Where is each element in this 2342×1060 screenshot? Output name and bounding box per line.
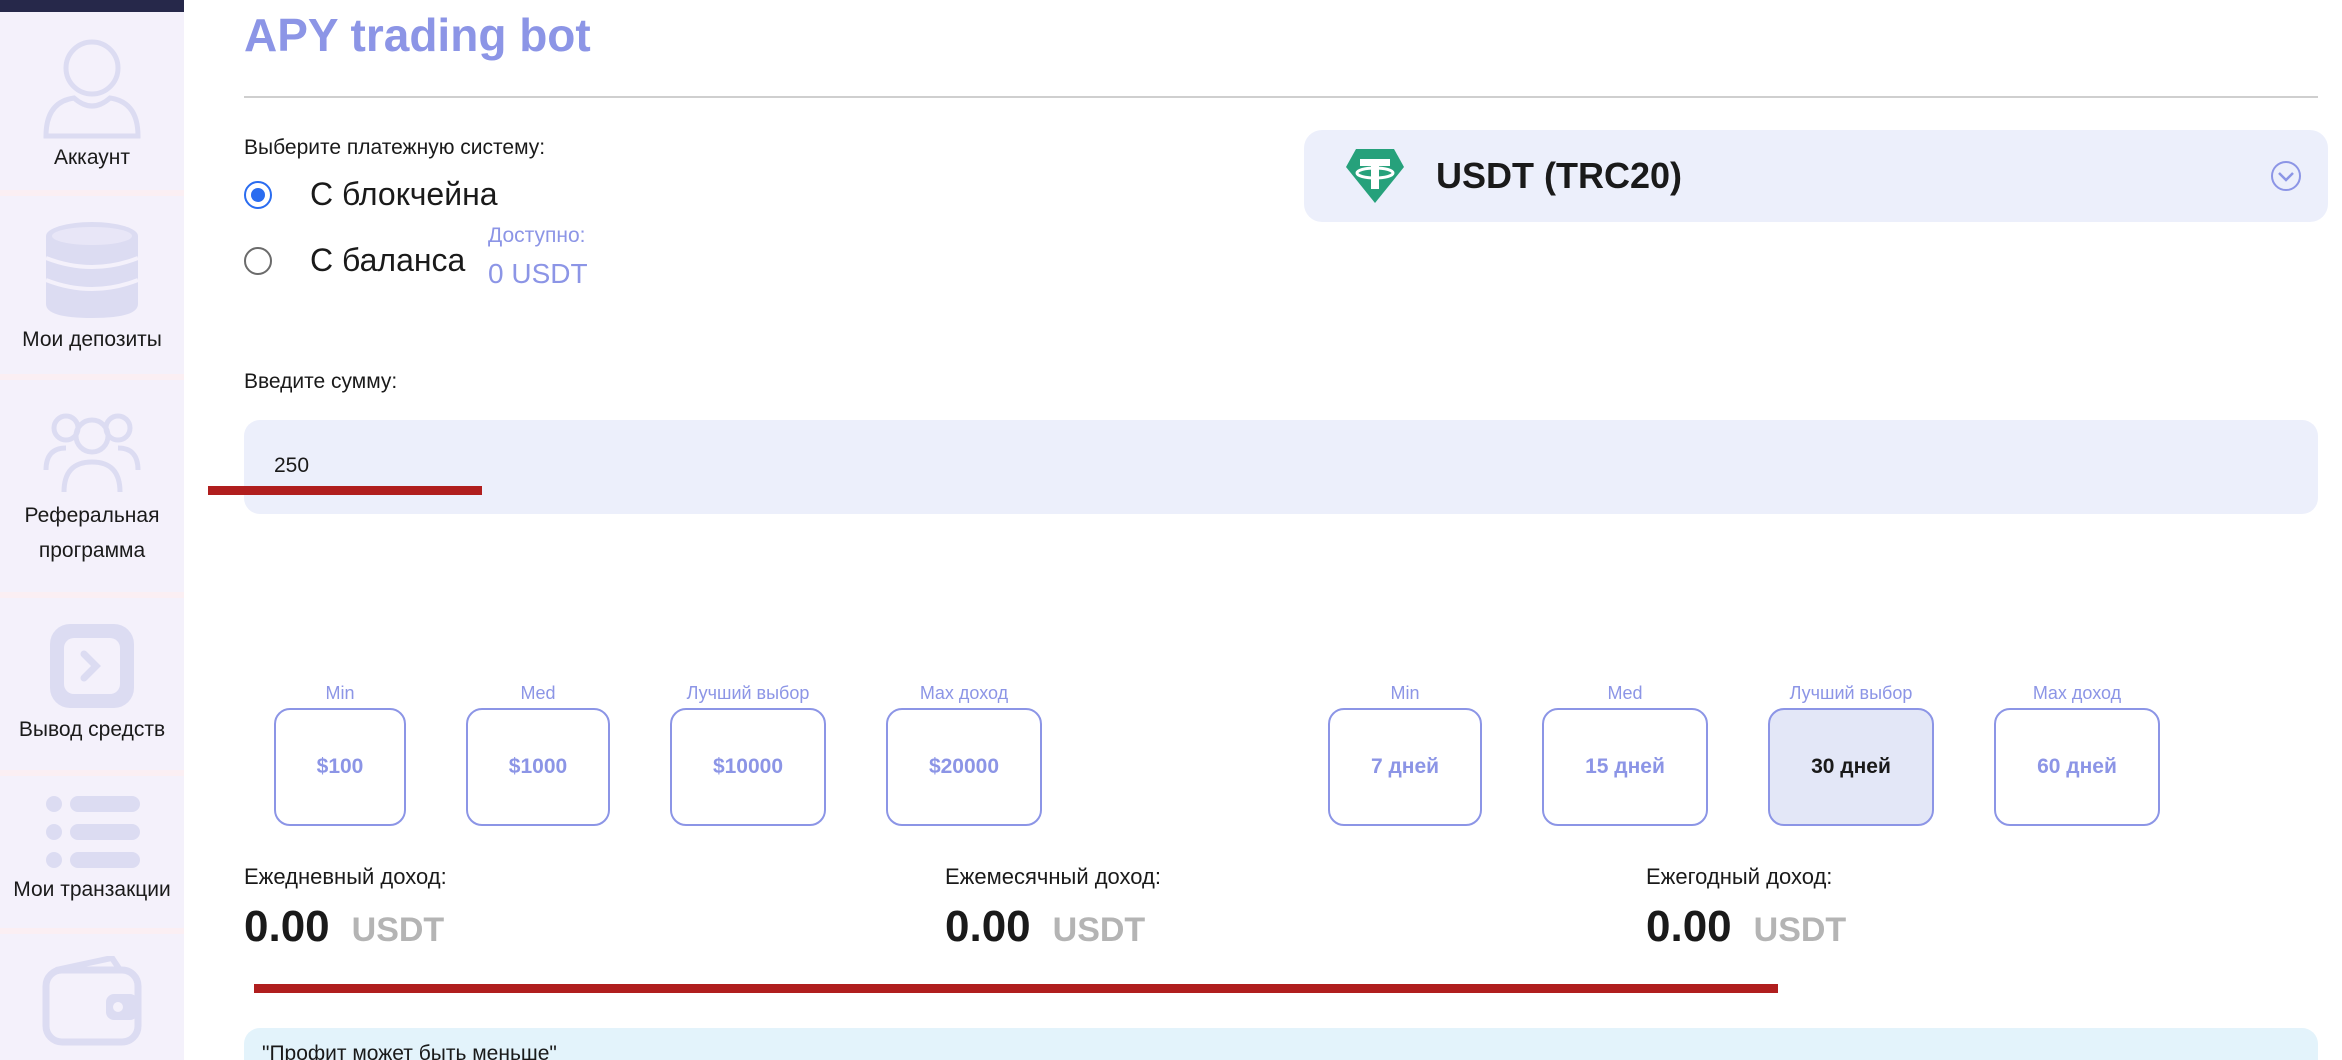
available-value: 0 USDT xyxy=(488,258,588,289)
chevron-down-icon[interactable] xyxy=(2270,160,2302,192)
sidebar-item-label: программа xyxy=(38,539,146,562)
amount-preset-button[interactable]: $10000 xyxy=(670,708,826,826)
income-currency: USDT xyxy=(1753,911,1847,949)
daily-income-label: Ежедневный доход: xyxy=(244,864,447,889)
sidebar-item-label: Реферальная xyxy=(24,504,160,527)
sidebar-divider xyxy=(0,928,184,934)
notice-text: "Профит может быть меньше" xyxy=(262,1042,557,1060)
yearly-income-label: Ежегодный доход: xyxy=(1646,864,1833,889)
preset-caption: Max доход xyxy=(919,683,1009,703)
amount-preset-button[interactable]: $100 xyxy=(274,708,406,826)
income-number: 0.00 xyxy=(244,902,330,951)
annotation-underline xyxy=(254,984,1778,993)
preset-caption: Min xyxy=(325,683,355,703)
amount-preset-button[interactable]: $1000 xyxy=(466,708,610,826)
radio-label: С баланса xyxy=(310,242,466,278)
term-preset-button-active[interactable]: 30 дней xyxy=(1768,708,1934,826)
sidebar-divider xyxy=(0,374,184,380)
income-number: 0.00 xyxy=(1646,902,1732,951)
sidebar-item-transactions[interactable]: Мои транзакции xyxy=(0,792,184,907)
income-number: 0.00 xyxy=(945,902,1031,951)
amount-preset-button[interactable]: $20000 xyxy=(886,708,1042,826)
coins-stack-icon xyxy=(42,218,142,322)
withdraw-icon xyxy=(46,620,138,712)
user-icon xyxy=(42,36,142,140)
term-preset-button[interactable]: 15 дней xyxy=(1542,708,1708,826)
radio-button-checked[interactable] xyxy=(244,180,272,209)
sidebar: Аккаунт Мои депозиты Реферальная програм… xyxy=(0,0,184,1060)
sidebar-item-label: Мои депозиты xyxy=(22,328,162,351)
users-group-icon xyxy=(42,406,142,496)
income-currency: USDT xyxy=(351,911,445,949)
preset-caption: Med xyxy=(1607,683,1643,703)
preset-caption: Max доход xyxy=(2032,683,2122,703)
list-icon xyxy=(42,792,142,872)
sidebar-divider xyxy=(0,770,184,776)
main-content: APY trading bot Выберите платежную систе… xyxy=(244,0,2328,1060)
annotation-underline xyxy=(208,486,482,495)
sidebar-divider xyxy=(0,190,184,196)
sidebar-item-wallet[interactable] xyxy=(0,956,184,1046)
sidebar-divider xyxy=(0,592,184,598)
income-currency: USDT xyxy=(1052,911,1146,949)
title-divider xyxy=(244,96,2318,98)
sidebar-item-referral[interactable]: Реферальная программа xyxy=(0,406,184,568)
preset-caption: Med xyxy=(520,683,556,703)
radio-button[interactable] xyxy=(244,246,272,275)
payment-system-label: Выберите платежную систему: xyxy=(244,136,546,159)
currency-select[interactable]: USDT (TRC20) xyxy=(1304,130,2328,222)
sidebar-item-label: Вывод средств xyxy=(18,718,166,741)
wallet-icon xyxy=(42,956,142,1046)
preset-caption: Лучший выбор xyxy=(1789,683,1913,703)
page-title: APY trading bot xyxy=(244,9,591,61)
yearly-income-value: 0.00 USDT xyxy=(1646,902,1846,952)
daily-income-value: 0.00 USDT xyxy=(244,902,444,952)
radio-option-balance[interactable]: С баланса xyxy=(244,242,465,279)
profit-notice: "Профит может быть меньше" xyxy=(244,1028,2318,1060)
amount-input-value: 250 xyxy=(274,454,310,477)
app-root: Аккаунт Мои депозиты Реферальная програм… xyxy=(0,0,2342,1060)
currency-select-value: USDT (TRC20) xyxy=(1436,155,1683,196)
available-label: Доступно: xyxy=(488,224,586,247)
tether-icon xyxy=(1344,145,1406,207)
monthly-income-label: Ежемесячный доход: xyxy=(945,864,1162,889)
radio-label: С блокчейна xyxy=(310,176,498,212)
sidebar-item-label: Мои транзакции xyxy=(13,878,171,901)
amount-label: Введите сумму: xyxy=(244,370,398,393)
amount-input[interactable]: 250 xyxy=(244,420,2318,514)
radio-option-blockchain[interactable]: С блокчейна xyxy=(244,176,498,213)
term-preset-button[interactable]: 7 дней xyxy=(1328,708,1482,826)
sidebar-topbar xyxy=(0,0,184,12)
sidebar-item-label: Аккаунт xyxy=(53,146,130,169)
sidebar-item-account[interactable]: Аккаунт xyxy=(0,36,184,175)
preset-caption: Min xyxy=(1390,683,1420,703)
term-preset-button[interactable]: 60 дней xyxy=(1994,708,2160,826)
sidebar-item-withdraw[interactable]: Вывод средств xyxy=(0,620,184,747)
monthly-income-value: 0.00 USDT xyxy=(945,902,1145,952)
preset-caption: Лучший выбор xyxy=(686,683,810,703)
sidebar-item-deposits[interactable]: Мои депозиты xyxy=(0,218,184,357)
